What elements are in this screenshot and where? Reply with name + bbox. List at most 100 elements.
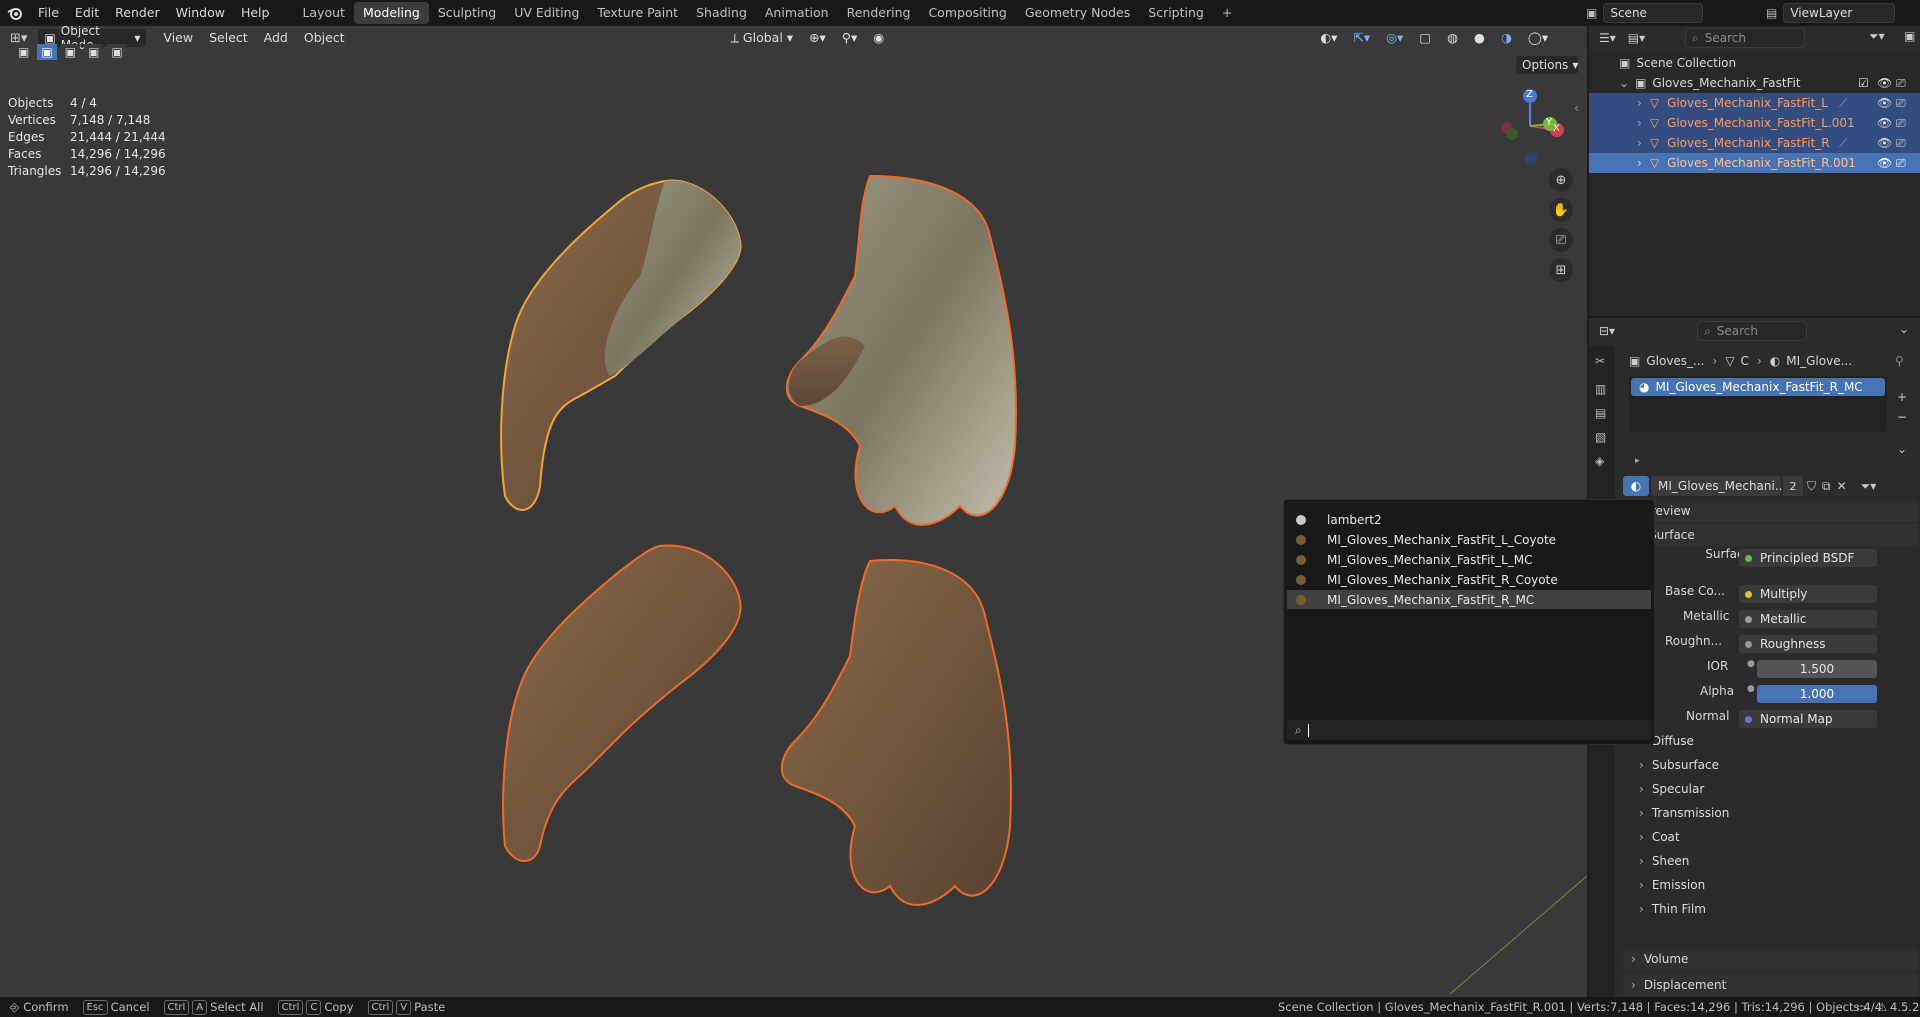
- properties-editor-icon[interactable]: ⊟▾: [1599, 324, 1615, 338]
- add-slot-icon[interactable]: +: [1897, 390, 1907, 404]
- menu-edit[interactable]: Edit: [67, 0, 107, 26]
- select-extend-icon[interactable]: ▣: [60, 44, 81, 60]
- material-option[interactable]: MI_Gloves_Mechanix_FastFit_L_MC: [1287, 550, 1651, 569]
- shading-solid-icon[interactable]: ●: [1466, 28, 1493, 48]
- material-name-field[interactable]: MI_Gloves_Mechani...: [1651, 476, 1786, 496]
- filter-icon[interactable]: ⏷▾: [1869, 29, 1885, 44]
- view-layer-tab-icon[interactable]: ▧: [1595, 430, 1606, 444]
- shading-wireframe-icon[interactable]: ◍: [1439, 28, 1466, 48]
- glove-r-001[interactable]: [780, 559, 1012, 906]
- material-option[interactable]: MI_Gloves_Mechanix_FastFit_L_Coyote: [1287, 530, 1651, 549]
- breadcrumb-mesh[interactable]: C: [1741, 354, 1749, 368]
- shading-rendered-icon[interactable]: ◯▾: [1520, 28, 1556, 48]
- visibility-icon[interactable]: ◐▾: [1312, 28, 1345, 48]
- user-count[interactable]: 2: [1783, 476, 1803, 496]
- select-invert-icon[interactable]: ▣: [107, 44, 127, 60]
- new-collection-icon[interactable]: ▣: [1904, 29, 1915, 43]
- view-layer-name[interactable]: ViewLayer: [1783, 3, 1896, 23]
- xray-icon[interactable]: ▢: [1411, 28, 1439, 48]
- grid-icon[interactable]: ⊞: [1549, 258, 1573, 282]
- eye-icon[interactable]: 👁: [1877, 96, 1892, 110]
- tab-shading[interactable]: Shading: [687, 2, 756, 24]
- outliner-collection[interactable]: ⌄ ▣ Gloves_Mechanix_FastFit ☑ 👁 ⎚: [1589, 73, 1920, 93]
- outliner-editor-icon[interactable]: ☰▾: [1599, 31, 1616, 45]
- orientation-dropdown[interactable]: ⟂ Global ▾: [723, 28, 802, 48]
- browse-material-icon[interactable]: ◐: [1623, 476, 1649, 496]
- pivot-icon[interactable]: ⊕▾: [801, 28, 834, 48]
- tab-layout[interactable]: Layout: [293, 2, 354, 24]
- material-option[interactable]: MI_Gloves_Mechanix_FastFit_R_Coyote: [1287, 570, 1651, 589]
- output-tab-icon[interactable]: ▤: [1595, 406, 1606, 420]
- remove-slot-icon[interactable]: −: [1897, 410, 1907, 424]
- render-camera-icon[interactable]: ⎚: [1896, 156, 1906, 171]
- outliner-scene-collection[interactable]: ▣ Scene Collection: [1589, 53, 1920, 73]
- menu-file[interactable]: File: [30, 0, 67, 26]
- breadcrumb-material[interactable]: MI_Glove...: [1786, 354, 1852, 368]
- subsurface-section[interactable]: › Subsurface: [1639, 758, 1719, 772]
- zoom-icon[interactable]: ⊕: [1549, 168, 1573, 192]
- add-menu[interactable]: Add: [256, 28, 296, 48]
- base-color-field[interactable]: Multiply: [1739, 585, 1877, 603]
- material-slot-item[interactable]: ◕ MI_Gloves_Mechanix_FastFit_R_MC: [1631, 378, 1885, 396]
- glove-l-001[interactable]: [785, 174, 1017, 526]
- coat-section[interactable]: › Coat: [1639, 830, 1680, 844]
- render-camera-icon[interactable]: ⎚: [1896, 136, 1906, 151]
- displacement-section[interactable]: › Displacement: [1623, 974, 1918, 996]
- tab-geometry-nodes[interactable]: Geometry Nodes: [1016, 2, 1139, 24]
- pan-hand-icon[interactable]: ✋: [1549, 198, 1573, 222]
- sheen-section[interactable]: › Sheen: [1639, 854, 1689, 868]
- normal-field[interactable]: Normal Map: [1739, 710, 1877, 728]
- surface-section[interactable]: ⌄Surface: [1623, 524, 1918, 546]
- tab-modeling[interactable]: Modeling: [353, 2, 429, 24]
- checkbox-icon[interactable]: ☑: [1858, 76, 1869, 90]
- metallic-field[interactable]: Metallic: [1739, 610, 1877, 628]
- eye-icon[interactable]: 👁: [1877, 136, 1892, 150]
- tool-tab-icon[interactable]: ✂: [1595, 354, 1605, 368]
- menu-render[interactable]: Render: [107, 0, 168, 26]
- outliner-item[interactable]: › ▽ Gloves_Mechanix_FastFit_R ⟋ 👁 ⎚: [1589, 133, 1920, 153]
- properties-search-input[interactable]: ⌕ Search: [1697, 321, 1807, 341]
- render-camera-icon[interactable]: ⎚: [1896, 96, 1906, 111]
- eye-icon[interactable]: 👁: [1877, 116, 1892, 130]
- outliner-item[interactable]: › ▽ Gloves_Mechanix_FastFit_L.001 👁 ⎚: [1589, 113, 1920, 133]
- select-menu[interactable]: Select: [201, 28, 256, 48]
- breadcrumb-object[interactable]: Gloves_...: [1646, 354, 1704, 368]
- outliner-search-input[interactable]: ⌕ Search: [1685, 28, 1805, 48]
- scene-selector[interactable]: ▣ Scene: [1586, 3, 1716, 23]
- material-option[interactable]: lambert2: [1287, 510, 1651, 529]
- display-mode-icon[interactable]: ▤▾: [1628, 31, 1645, 45]
- select-subtract-icon[interactable]: ▣: [84, 44, 104, 60]
- emission-section[interactable]: › Emission: [1639, 878, 1705, 892]
- tab-scripting[interactable]: Scripting: [1139, 2, 1213, 24]
- sidebar-toggle-icon[interactable]: ‹: [1574, 101, 1579, 115]
- snap-icon[interactable]: ⚲▾: [834, 28, 865, 48]
- tool-cursor-icon[interactable]: ▣: [14, 44, 34, 60]
- outliner-item-active[interactable]: › ▽ Gloves_Mechanix_FastFit_R.001 👁 ⎚: [1589, 153, 1920, 173]
- tab-uv-editing[interactable]: UV Editing: [505, 2, 588, 24]
- add-workspace-icon[interactable]: +: [1213, 2, 1241, 24]
- expand-arrow-icon[interactable]: ▸: [1635, 456, 1640, 466]
- duplicate-icon[interactable]: ⧉: [1822, 479, 1831, 494]
- pin-icon[interactable]: ⚲: [1895, 354, 1904, 368]
- scene-name[interactable]: Scene: [1603, 3, 1704, 23]
- ior-field[interactable]: 1.500: [1757, 660, 1877, 678]
- view-layer-selector[interactable]: ▤ ViewLayer: [1766, 3, 1916, 23]
- volume-section[interactable]: › Volume: [1623, 948, 1918, 970]
- preview-section[interactable]: ›Preview: [1623, 500, 1918, 522]
- glove-r[interactable]: [502, 544, 742, 862]
- tab-sculpting[interactable]: Sculpting: [429, 2, 505, 24]
- gizmo-toggle-icon[interactable]: ⇱▾: [1345, 28, 1378, 48]
- render-camera-icon[interactable]: ⎚: [1896, 76, 1906, 91]
- menu-window[interactable]: Window: [168, 0, 233, 26]
- shading-material-icon[interactable]: ◑: [1493, 28, 1520, 48]
- navigation-gizmo[interactable]: Z X Y: [1495, 86, 1565, 166]
- render-camera-icon[interactable]: ⎚: [1896, 116, 1906, 131]
- view-menu[interactable]: View: [155, 28, 201, 48]
- chevron-down-icon[interactable]: ⌄: [1897, 442, 1907, 456]
- transmission-section[interactable]: › Transmission: [1639, 806, 1729, 820]
- link-dropdown-icon[interactable]: ⏷▾: [1861, 479, 1877, 494]
- select-new-icon[interactable]: ▣: [37, 44, 57, 60]
- roughness-field[interactable]: Roughness: [1739, 635, 1877, 653]
- chevron-down-icon[interactable]: ⌄: [1899, 322, 1909, 336]
- proportional-edit-icon[interactable]: ◉: [865, 28, 892, 48]
